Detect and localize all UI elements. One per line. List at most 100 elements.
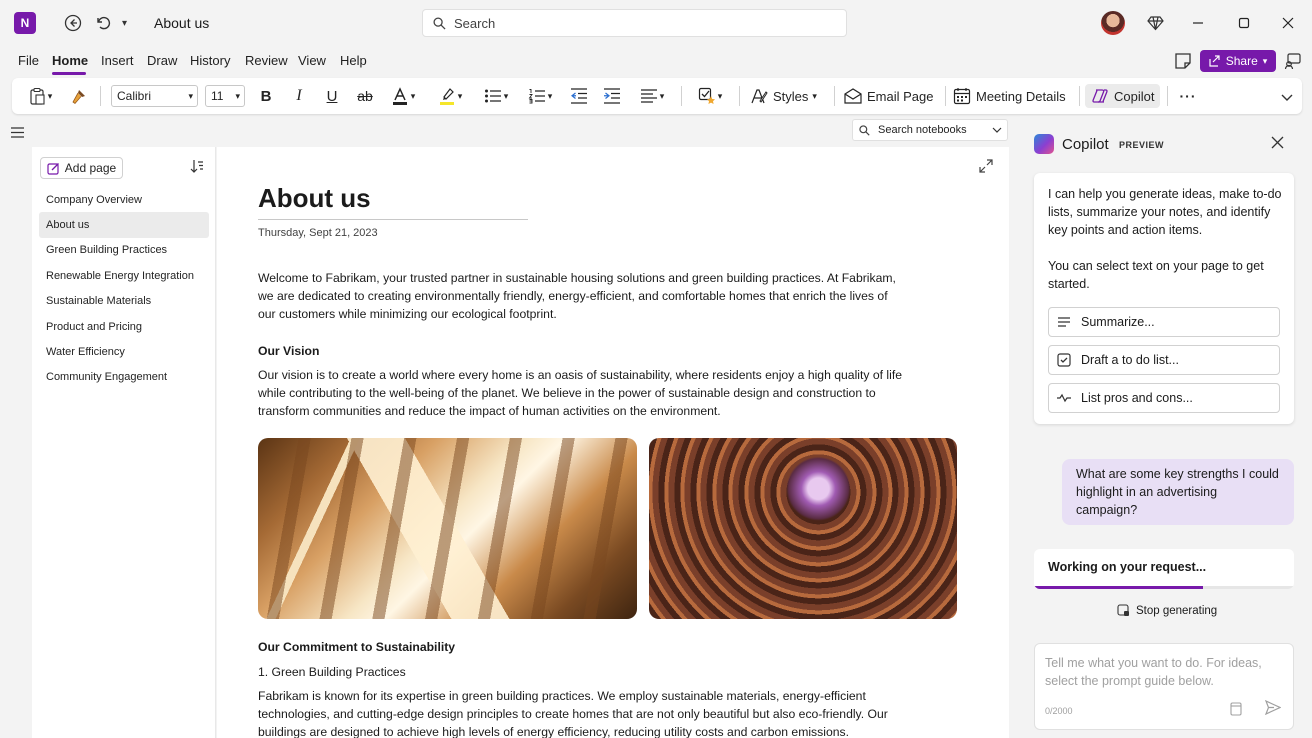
chevron-down-icon: ▾ [812,90,817,101]
email-page-button[interactable]: Email Page [844,84,933,108]
page-item-water-efficiency[interactable]: Water Efficiency [39,339,209,364]
copilot-intro-card: I can help you generate ideas, make to-d… [1034,173,1294,424]
avatar[interactable] [1101,11,1125,35]
stop-generating-button[interactable]: Stop generating [1117,604,1217,617]
title-bar: N ▾ About us Search [0,0,1312,46]
draft-todo-button[interactable]: Draft a to do list... [1048,345,1280,375]
user-message-bubble: What are some key strengths I could high… [1062,459,1294,525]
bullet-list-icon [484,89,501,103]
page-item-green-building-practices[interactable]: Green Building Practices [39,238,209,263]
sticky-notes-icon[interactable] [1174,50,1192,72]
page-item-sustainable-materials[interactable]: Sustainable Materials [39,289,209,314]
highlight-button[interactable]: ▾ [432,84,468,108]
copilot-intro-hint: You can select text on your page to get … [1048,259,1264,291]
font-color-icon [392,87,407,105]
sort-icon[interactable] [190,159,204,176]
ribbon-separator [681,86,682,106]
ribbon-collapse-chevron-icon[interactable] [1278,86,1296,110]
spiral-dome-image[interactable] [649,438,957,619]
share-button[interactable]: Share ▾ [1200,50,1276,72]
expand-icon[interactable] [979,159,993,177]
summarize-button[interactable]: Summarize... [1048,307,1280,337]
back-icon[interactable] [64,12,82,34]
vision-paragraph[interactable]: Our vision is to create a world where ev… [258,366,908,421]
format-painter-icon[interactable] [66,84,90,108]
page-item-renewable-energy-integration[interactable]: Renewable Energy Integration [39,263,209,288]
summarize-label: Summarize... [1081,315,1155,329]
page-item-community-engagement[interactable]: Community Engagement [39,365,209,390]
undo-icon[interactable] [94,12,112,34]
menu-review[interactable]: Review [245,53,288,68]
ribbon-toolbar: ▾ Calibri ▾ 11 ▾ B I U ab ▾ ▾ ▾ ▾ ▾ ▾ St… [12,78,1302,114]
search-icon [433,16,446,30]
commitment-subheading[interactable]: 1. Green Building Practices [258,665,406,679]
summarize-lines-icon [1058,317,1070,327]
todo-tag-icon [698,87,715,104]
font-name-select[interactable]: Calibri ▾ [111,85,198,107]
page-item-product-and-pricing[interactable]: Product and Pricing [39,314,209,339]
onenote-app-icon: N [14,12,36,34]
meeting-details-button[interactable]: Meeting Details [953,84,1066,108]
menu-file[interactable]: File [18,53,39,68]
menu-history[interactable]: History [190,53,230,68]
prompt-input[interactable]: Tell me what you want to do. For ideas, … [1034,643,1294,730]
close-icon[interactable] [1271,134,1284,154]
more-options-icon[interactable]: ··· [1176,84,1200,108]
menu-help[interactable]: Help [340,53,367,68]
minimize-icon[interactable] [1186,12,1210,34]
vision-heading[interactable]: Our Vision [258,344,319,358]
menu-view[interactable]: View [298,53,326,68]
menu-home[interactable]: Home [52,53,88,68]
pros-cons-button[interactable]: List pros and cons... [1048,383,1280,413]
clipboard-icon [30,87,45,105]
chevron-down-icon: ▾ [410,90,416,101]
close-window-icon[interactable] [1276,12,1300,34]
email-page-label: Email Page [867,88,934,104]
bullet-list-button[interactable]: ▾ [479,84,513,108]
wooden-atrium-image[interactable] [258,438,637,619]
search-placeholder: Search [454,15,496,31]
font-size-select[interactable]: 11 ▾ [205,85,245,107]
paste-button[interactable]: ▾ [22,84,58,108]
font-color-button[interactable]: ▾ [385,84,421,108]
add-page-button[interactable]: Add page [40,157,123,179]
search-notebooks-input[interactable]: Search notebooks [852,119,1008,141]
menu-draw[interactable]: Draw [147,53,177,68]
intro-paragraph[interactable]: Welcome to Fabrikam, your trusted partne… [258,269,908,324]
italic-icon[interactable]: I [287,84,311,108]
prompt-guide-icon[interactable] [1230,702,1242,719]
bold-icon[interactable]: B [254,84,278,108]
strikethrough-icon[interactable]: ab [353,84,377,108]
preview-badge: PREVIEW [1119,140,1165,150]
styles-label: Styles [773,88,809,104]
search-icon [859,124,870,136]
hamburger-menu-icon[interactable] [11,125,24,142]
pulse-icon [1057,393,1071,403]
align-button[interactable]: ▾ [634,84,670,108]
diamond-premium-icon[interactable] [1147,12,1164,34]
note-canvas[interactable]: About us Thursday, Sept 21, 2023 Welcome… [217,147,1009,738]
ribbon-separator [1167,86,1168,106]
document-title: About us [154,15,210,31]
commitment-paragraph[interactable]: Fabrikam is known for its expertise in g… [258,687,908,738]
decrease-indent-icon[interactable] [567,84,591,108]
page-item-about-us[interactable]: About us [39,212,209,238]
underline-icon[interactable]: U [320,84,344,108]
send-icon[interactable] [1264,699,1282,719]
tag-button[interactable]: ▾ [692,84,728,108]
page-title[interactable]: About us [258,183,371,214]
quick-access-chevron-icon[interactable]: ▾ [122,12,127,34]
copilot-button[interactable]: Copilot [1085,84,1161,108]
page-item-company-overview[interactable]: Company Overview [39,187,209,212]
styles-button[interactable]: Styles ▾ [750,84,817,108]
comments-icon[interactable] [1284,50,1302,72]
numbered-list-button[interactable]: ▾ [523,84,557,108]
search-input[interactable]: Search [422,9,847,37]
menu-insert[interactable]: Insert [101,53,134,68]
increase-indent-icon[interactable] [600,84,624,108]
chevron-down-icon: ▾ [188,90,193,101]
commitment-heading[interactable]: Our Commitment to Sustainability [258,640,455,654]
search-notebooks-placeholder: Search notebooks [878,124,967,136]
maximize-icon[interactable] [1232,12,1256,34]
working-status-card: Working on your request... [1034,549,1294,589]
